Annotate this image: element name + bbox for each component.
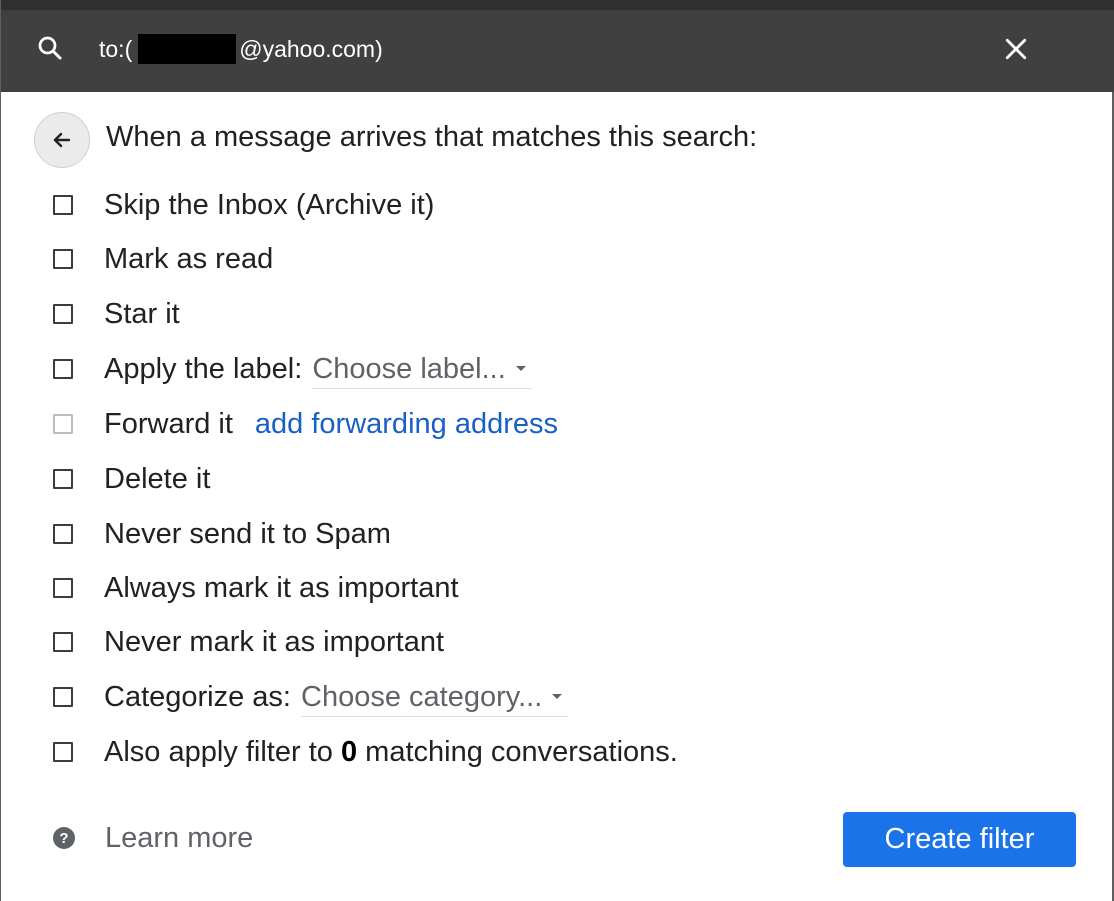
query-suffix: @yahoo.com) <box>239 36 383 62</box>
option-label: Delete it <box>104 463 211 495</box>
option-label: Categorize as: <box>104 681 291 713</box>
option-forward-it: Forward it add forwarding address <box>1 404 1001 444</box>
help-circle-icon[interactable]: ? <box>52 826 76 850</box>
redacted-block <box>138 34 237 64</box>
arrow-left-icon <box>53 132 71 148</box>
checkbox-star-it[interactable] <box>53 304 73 324</box>
option-label: Always mark it as important <box>104 572 459 604</box>
option-mark-as-read: Mark as read <box>1 239 1001 279</box>
option-label: Mark as read <box>104 243 274 275</box>
svg-text:?: ? <box>59 830 68 847</box>
checkbox-apply-label[interactable] <box>53 359 73 379</box>
option-apply-label: Apply the label: Choose label... <box>1 349 1001 389</box>
option-label: Never mark it as important <box>104 626 445 658</box>
checkbox-skip-inbox[interactable] <box>53 195 73 215</box>
add-forwarding-address-link[interactable]: add forwarding address <box>255 408 558 440</box>
option-skip-inbox: Skip the Inbox (Archive it) <box>1 185 1001 225</box>
checkbox-always-important[interactable] <box>53 578 73 598</box>
option-star-it: Star it <box>1 294 1001 334</box>
filter-heading: When a message arrives that matches this… <box>106 121 758 153</box>
checkbox-forward-it[interactable] <box>53 414 73 434</box>
option-always-important: Always mark it as important <box>1 568 1001 608</box>
option-label-row: Categorize as: Choose category... <box>104 678 569 717</box>
close-icon[interactable] <box>1001 34 1031 64</box>
back-button[interactable] <box>34 112 90 168</box>
category-select-value: Choose category... <box>301 681 543 713</box>
option-label: Apply the label: <box>104 353 303 385</box>
checkbox-never-spam[interactable] <box>53 524 73 544</box>
option-never-spam: Never send it to Spam <box>1 514 1001 554</box>
checkbox-apply-existing[interactable] <box>53 742 73 762</box>
option-apply-existing: Also apply filter to 0 matching conversa… <box>1 732 1001 772</box>
create-filter-button[interactable]: Create filter <box>843 812 1076 867</box>
option-delete-it: Delete it <box>1 459 1001 499</box>
option-label: Also apply filter to <box>104 736 333 768</box>
checkbox-never-important[interactable] <box>53 632 73 652</box>
search-bar: to:( @yahoo.com) <box>1 0 1114 92</box>
option-categorize: Categorize as: Choose category... <box>1 677 1001 717</box>
learn-more-link[interactable]: Learn more <box>105 819 253 857</box>
search-query[interactable]: to:( @yahoo.com) <box>99 34 383 64</box>
option-label: Star it <box>104 298 180 330</box>
option-never-important: Never mark it as important <box>1 622 1001 662</box>
option-label: matching conversations. <box>365 736 678 768</box>
query-prefix: to:( <box>99 36 133 62</box>
option-label: Forward it <box>104 408 233 440</box>
search-icon[interactable] <box>35 33 65 63</box>
checkbox-categorize[interactable] <box>53 687 73 707</box>
create-filter-dialog: to:( @yahoo.com) When a message arrives t… <box>0 0 1114 901</box>
option-label: Skip the Inbox (Archive it) <box>104 189 435 221</box>
category-select[interactable]: Choose category... <box>301 678 569 717</box>
matching-count: 0 <box>340 736 358 768</box>
option-label: Never send it to Spam <box>104 518 391 550</box>
label-select[interactable]: Choose label... <box>312 350 532 389</box>
option-label-row: Apply the label: Choose label... <box>104 350 532 389</box>
checkbox-mark-as-read[interactable] <box>53 249 73 269</box>
option-label-row: Also apply filter to 0 matching conversa… <box>104 733 678 771</box>
chevron-down-icon <box>552 693 563 699</box>
checkbox-delete-it[interactable] <box>53 469 73 489</box>
chevron-down-icon <box>515 365 526 371</box>
label-select-value: Choose label... <box>312 353 506 385</box>
option-label-row: Forward it add forwarding address <box>104 405 558 443</box>
